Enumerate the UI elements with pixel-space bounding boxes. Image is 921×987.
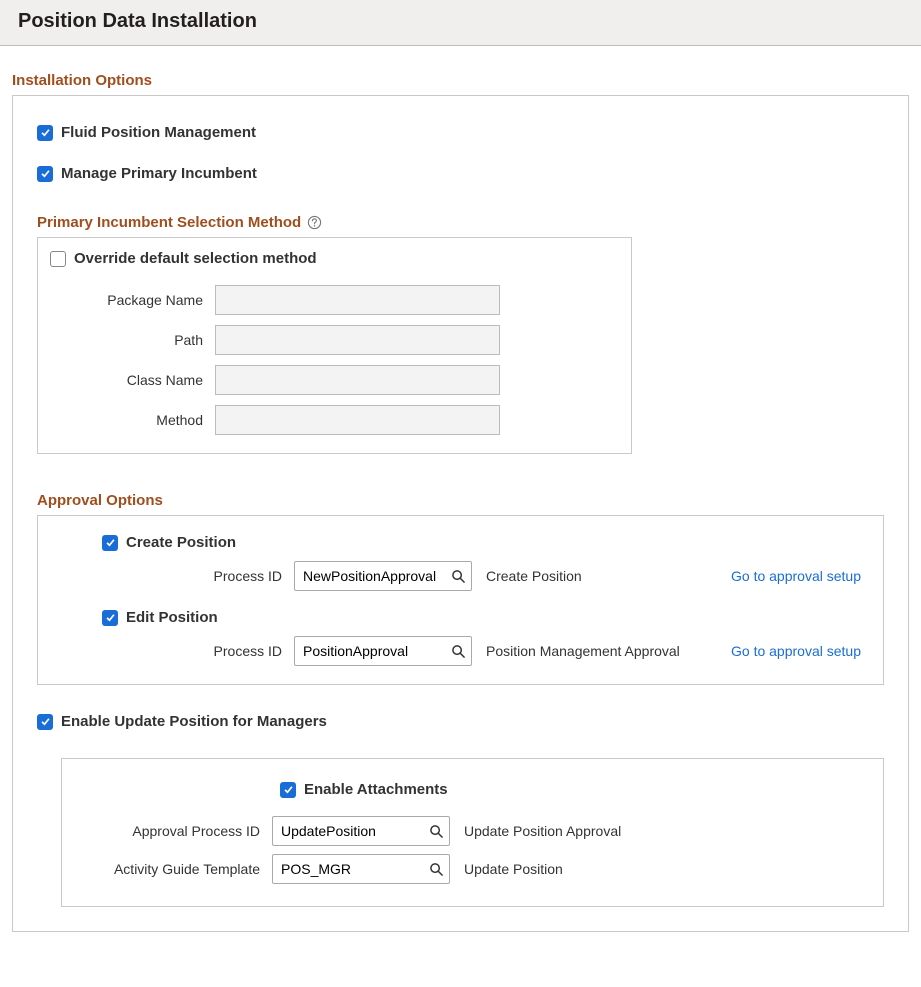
edit-approval-setup-link[interactable]: Go to approval setup — [731, 643, 861, 659]
approval-process-id-input[interactable] — [273, 817, 423, 845]
activity-guide-template-desc: Update Position — [450, 861, 563, 877]
manage-primary-incumbent-checkbox[interactable] — [37, 166, 53, 182]
class-name-label: Class Name — [50, 372, 215, 388]
enable-update-position-mgr-label: Enable Update Position for Managers — [61, 713, 327, 730]
create-approval-setup-link[interactable]: Go to approval setup — [731, 568, 861, 584]
fluid-position-mgmt-label: Fluid Position Management — [61, 124, 256, 141]
approval-options-box: Create Position Process ID Create Positi… — [37, 515, 884, 685]
package-name-label: Package Name — [50, 292, 215, 308]
edit-process-id-label: Process ID — [102, 643, 294, 659]
create-process-id-label: Process ID — [102, 568, 294, 584]
override-default-selection-checkbox[interactable] — [50, 251, 66, 267]
create-position-label: Create Position — [126, 534, 236, 551]
fluid-position-mgmt-checkbox[interactable] — [37, 125, 53, 141]
package-name-input[interactable] — [215, 285, 500, 315]
approval-process-id-lookup-icon[interactable] — [423, 817, 449, 845]
create-process-id-desc: Create Position — [472, 568, 582, 584]
edit-process-id-input[interactable] — [295, 637, 445, 665]
approval-options-heading: Approval Options — [37, 492, 884, 509]
approval-process-id-desc: Update Position Approval — [450, 823, 621, 839]
create-process-id-lookup-icon[interactable] — [445, 562, 471, 590]
help-icon[interactable] — [307, 215, 322, 230]
method-label: Method — [50, 412, 215, 428]
approval-process-id-label: Approval Process ID — [80, 823, 272, 839]
enable-attachments-label: Enable Attachments — [304, 781, 448, 798]
activity-guide-template-input[interactable] — [273, 855, 423, 883]
class-name-input[interactable] — [215, 365, 500, 395]
edit-process-id-lookup-icon[interactable] — [445, 637, 471, 665]
method-input[interactable] — [215, 405, 500, 435]
update-position-mgr-box: Enable Attachments Approval Process ID U… — [61, 758, 884, 907]
manage-primary-incumbent-label: Manage Primary Incumbent — [61, 165, 257, 182]
installation-options-heading: Installation Options — [12, 72, 909, 89]
edit-process-id-desc: Position Management Approval — [472, 643, 680, 659]
create-position-checkbox[interactable] — [102, 535, 118, 551]
path-input[interactable] — [215, 325, 500, 355]
activity-guide-template-lookup-icon[interactable] — [423, 855, 449, 883]
enable-attachments-checkbox[interactable] — [280, 782, 296, 798]
create-process-id-input[interactable] — [295, 562, 445, 590]
edit-position-checkbox[interactable] — [102, 610, 118, 626]
primary-incumbent-method-box: Override default selection method Packag… — [37, 237, 632, 454]
override-default-selection-label: Override default selection method — [74, 250, 317, 267]
enable-update-position-mgr-checkbox[interactable] — [37, 714, 53, 730]
installation-options-box: Fluid Position Management Manage Primary… — [12, 95, 909, 932]
edit-position-label: Edit Position — [126, 609, 218, 626]
primary-incumbent-method-heading: Primary Incumbent Selection Method — [37, 214, 301, 231]
page-title: Position Data Installation — [18, 10, 903, 33]
path-label: Path — [50, 332, 215, 348]
activity-guide-template-label: Activity Guide Template — [80, 861, 272, 877]
